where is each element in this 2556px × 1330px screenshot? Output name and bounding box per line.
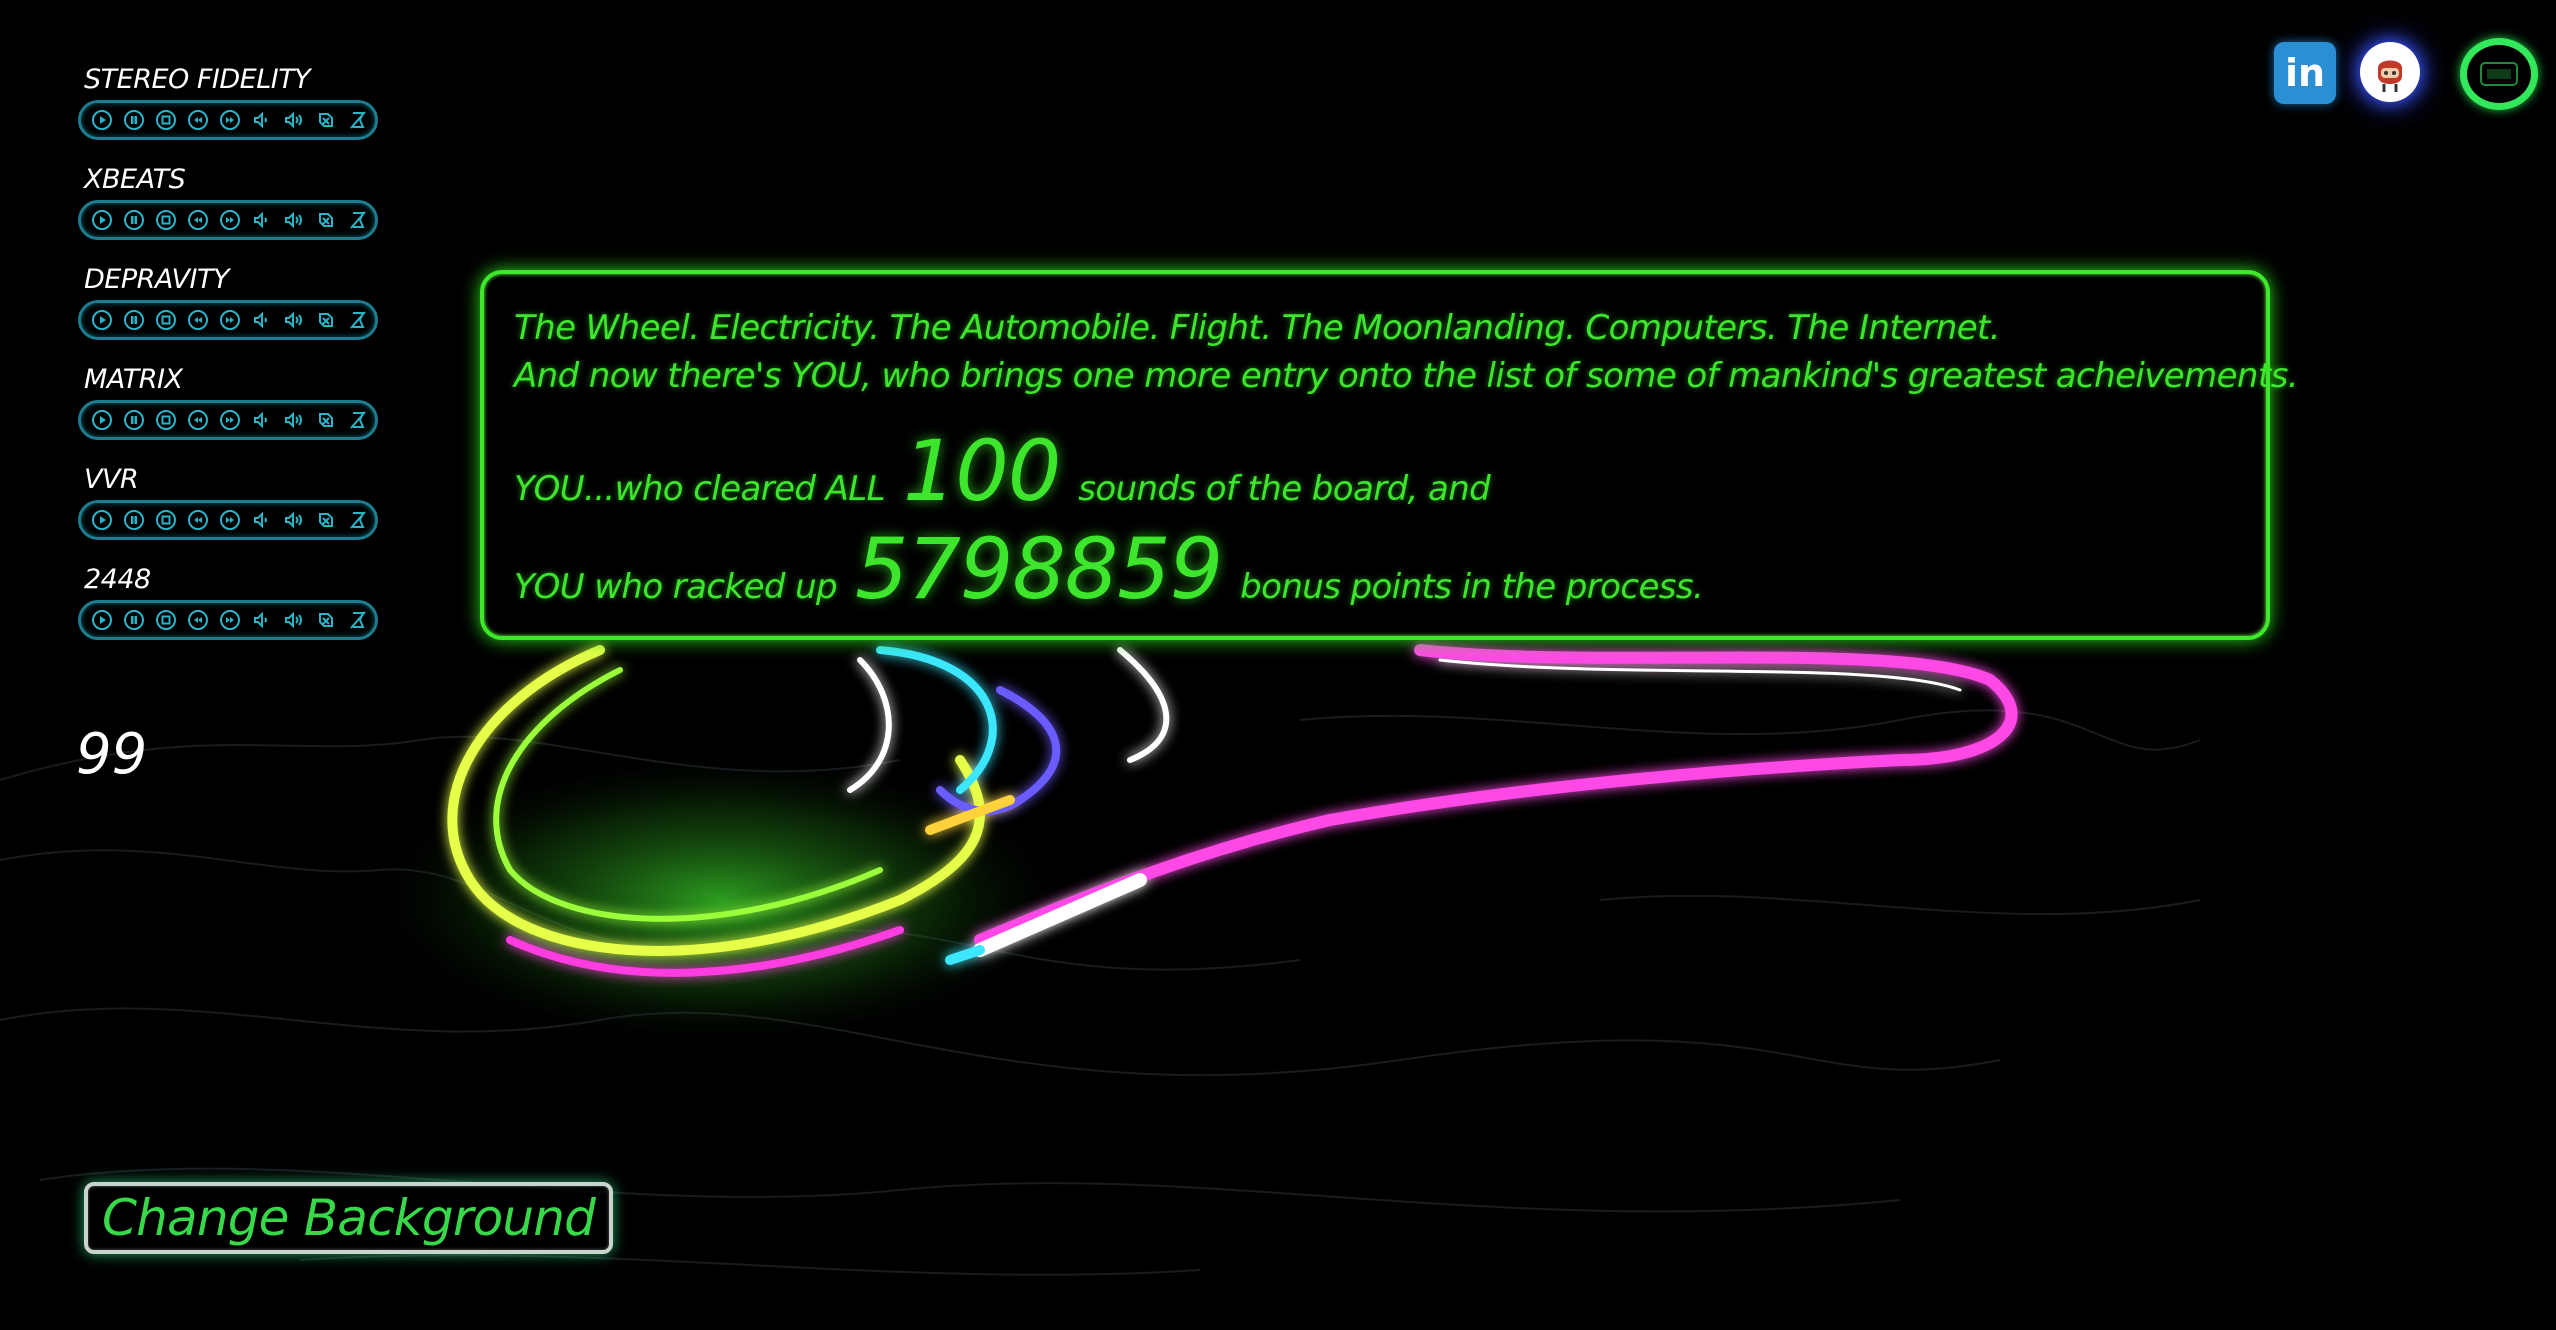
player-name: STEREO FIDELITY	[84, 64, 311, 95]
cleared-prefix: YOU...who cleared ALL	[514, 469, 886, 509]
points-suffix: bonus points in the process.	[1240, 567, 1704, 607]
loop-icon[interactable]	[313, 607, 339, 633]
loop-icon[interactable]	[313, 307, 339, 333]
volume-down-icon[interactable]	[249, 207, 275, 233]
player-controls	[78, 600, 378, 640]
rewind-icon[interactable]	[185, 607, 211, 633]
volume-up-icon[interactable]	[281, 307, 307, 333]
player-name: 2448	[84, 564, 151, 595]
pause-icon[interactable]	[121, 407, 147, 433]
volume-down-icon[interactable]	[249, 507, 275, 533]
fast-forward-icon[interactable]	[217, 507, 243, 533]
fast-forward-icon[interactable]	[217, 307, 243, 333]
stop-icon[interactable]	[153, 307, 179, 333]
change-background-button[interactable]: Change Background	[84, 1182, 614, 1254]
mute-icon[interactable]	[345, 107, 371, 133]
volume-down-icon[interactable]	[249, 407, 275, 433]
player-stereo-fidelity: STEREO FIDELITY	[78, 66, 378, 140]
volume-up-icon[interactable]	[281, 207, 307, 233]
sound-counter: 99	[76, 722, 148, 787]
loop-icon[interactable]	[313, 107, 339, 133]
play-icon[interactable]	[89, 207, 115, 233]
player-controls	[78, 300, 378, 340]
player-xbeats: XBEATS	[78, 166, 378, 240]
player-depravity: DEPRAVITY	[78, 266, 378, 340]
play-icon[interactable]	[89, 607, 115, 633]
player-controls	[78, 200, 378, 240]
player-name: VVR	[84, 464, 139, 495]
fast-forward-icon[interactable]	[217, 107, 243, 133]
loop-icon[interactable]	[313, 507, 339, 533]
loop-icon[interactable]	[313, 407, 339, 433]
mute-icon[interactable]	[345, 507, 371, 533]
player-name: MATRIX	[84, 364, 183, 395]
message-line-2: And now there's YOU, who brings one more…	[514, 356, 2299, 396]
play-icon[interactable]	[89, 107, 115, 133]
pause-icon[interactable]	[121, 207, 147, 233]
mute-icon[interactable]	[345, 307, 371, 333]
player-2448: 2448	[78, 566, 378, 640]
volume-down-icon[interactable]	[249, 307, 275, 333]
mute-icon[interactable]	[345, 407, 371, 433]
fast-forward-icon[interactable]	[217, 607, 243, 633]
pause-icon[interactable]	[121, 107, 147, 133]
rewind-icon[interactable]	[185, 207, 211, 233]
play-icon[interactable]	[89, 507, 115, 533]
volume-down-icon[interactable]	[249, 107, 275, 133]
power-toggle-icon[interactable]	[2460, 38, 2538, 110]
neon-headphones-background	[0, 644, 2201, 1276]
volume-up-icon[interactable]	[281, 507, 307, 533]
message-cleared-row: YOU...who cleared ALL 100 sounds of the …	[514, 422, 2266, 520]
volume-up-icon[interactable]	[281, 107, 307, 133]
stop-icon[interactable]	[153, 107, 179, 133]
message-points-row: YOU who racked up 5798859 bonus points i…	[514, 520, 2266, 618]
achievement-message-panel: The Wheel. Electricity. The Automobile. …	[480, 270, 2299, 640]
fast-forward-icon[interactable]	[217, 407, 243, 433]
message-line-1: The Wheel. Electricity. The Automobile. …	[514, 308, 2001, 348]
rewind-icon[interactable]	[185, 507, 211, 533]
volume-up-icon[interactable]	[281, 607, 307, 633]
play-icon[interactable]	[89, 407, 115, 433]
player-controls	[78, 500, 378, 540]
volume-up-icon[interactable]	[281, 407, 307, 433]
rewind-icon[interactable]	[185, 407, 211, 433]
points-prefix: YOU who racked up	[514, 567, 838, 607]
mute-icon[interactable]	[345, 607, 371, 633]
player-matrix: MATRIX	[78, 366, 378, 440]
rewind-icon[interactable]	[185, 107, 211, 133]
linkedin-icon[interactable]: in	[2274, 42, 2336, 104]
stop-icon[interactable]	[153, 607, 179, 633]
play-icon[interactable]	[89, 307, 115, 333]
pause-icon[interactable]	[121, 607, 147, 633]
player-controls	[78, 400, 378, 440]
volume-down-icon[interactable]	[249, 607, 275, 633]
bonus-points: 5798859	[855, 520, 1223, 618]
loop-icon[interactable]	[313, 207, 339, 233]
cleared-suffix: sounds of the board, and	[1078, 469, 1491, 509]
fast-forward-icon[interactable]	[217, 207, 243, 233]
rewind-icon[interactable]	[185, 307, 211, 333]
pause-icon[interactable]	[121, 307, 147, 333]
stop-icon[interactable]	[153, 507, 179, 533]
mute-icon[interactable]	[345, 207, 371, 233]
player-controls	[78, 100, 378, 140]
cleared-count: 100	[902, 422, 1061, 520]
github-octocat-icon[interactable]	[2360, 42, 2420, 102]
player-vvr: VVR	[78, 466, 378, 540]
pause-icon[interactable]	[121, 507, 147, 533]
stop-icon[interactable]	[153, 207, 179, 233]
player-name: DEPRAVITY	[84, 264, 229, 295]
stop-icon[interactable]	[153, 407, 179, 433]
player-name: XBEATS	[84, 164, 186, 195]
